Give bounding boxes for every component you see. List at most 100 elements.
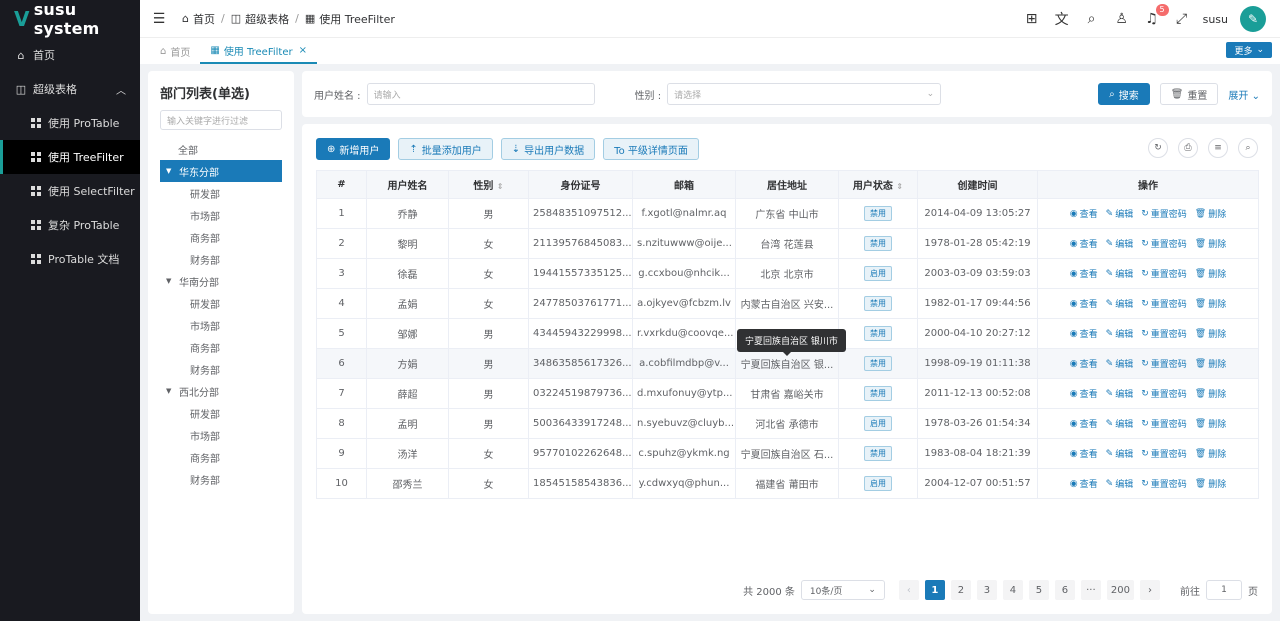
reset-password-button[interactable]: ↻ 重置密码 [1141, 477, 1187, 491]
fullscreen-icon[interactable]: ⤢ [1173, 10, 1191, 28]
sidebar-item-super-table[interactable]: ◫ 超级表格 ︿ [0, 72, 140, 106]
tree-node-child[interactable]: 研发部 [160, 292, 282, 314]
table-row[interactable]: 3 徐磊女 19441557335125... g.ccxbou@nhcik... 北京… [316, 258, 1259, 289]
tree-node-child[interactable]: 商务部 [160, 226, 282, 248]
delete-button[interactable]: 🗑 删除 [1195, 477, 1226, 491]
tree-node-child[interactable]: 市场部 [160, 204, 282, 226]
search-icon[interactable]: ⌕ [1083, 10, 1101, 28]
delete-button[interactable]: 🗑 删除 [1195, 297, 1226, 311]
tree-node-child[interactable]: 财务部 [160, 248, 282, 270]
gender-select[interactable]: 请选择 ⌄ [667, 83, 942, 105]
page-5-button[interactable]: 5 [1028, 580, 1049, 600]
edit-button[interactable]: ✎ 编辑 [1106, 387, 1134, 401]
tree-node-child[interactable]: 市场部 [160, 424, 282, 446]
search-icon[interactable]: ⌕ [1238, 138, 1258, 158]
edit-button[interactable]: ✎ 编辑 [1106, 237, 1134, 251]
page-200-button[interactable]: 200 [1106, 580, 1134, 600]
edit-button[interactable]: ✎ 编辑 [1106, 477, 1134, 491]
reset-password-button[interactable]: ↻ 重置密码 [1141, 237, 1187, 251]
table-row[interactable]: 7 薛超男 03224519879736... d.mxufonuy@ytp... 甘肃… [316, 378, 1259, 409]
tree-node-child[interactable]: 商务部 [160, 336, 282, 358]
sidebar-item-complex-protable[interactable]: 复杂 ProTable [0, 208, 140, 242]
tree-filter-input[interactable]: 输入关键字进行过滤 [160, 110, 282, 130]
avatar[interactable]: ✎ [1240, 6, 1266, 32]
batch-add-button[interactable]: ⇡ 批量添加用户 [398, 138, 493, 160]
tree-node-child[interactable]: 研发部 [160, 182, 282, 204]
reset-password-button[interactable]: ↻ 重置密码 [1141, 327, 1187, 341]
view-button[interactable]: ◉ 查看 [1070, 387, 1098, 401]
sidebar-item-selectfilter[interactable]: 使用 SelectFilter [0, 174, 140, 208]
view-button[interactable]: ◉ 查看 [1070, 267, 1098, 281]
page-size-select[interactable]: 10条/页 ⌄ [800, 580, 885, 600]
table-row[interactable]: 9 汤洋女 95770102262648... c.spuhz@ykmk.ng 宁夏回族… [316, 438, 1259, 469]
reset-password-button[interactable]: ↻ 重置密码 [1141, 357, 1187, 371]
col-header-status[interactable]: 用户状态 ⇕ [838, 170, 918, 199]
tab-treefilter[interactable]: ▦ 使用 TreeFilter × [200, 38, 317, 64]
page-2-button[interactable]: 2 [950, 580, 971, 600]
sidebar-item-protable-docs[interactable]: ProTable 文档 [0, 242, 140, 276]
tree-node-northwest[interactable]: ▼ 西北分部 [160, 380, 282, 402]
search-button[interactable]: ⌕ 搜索 [1098, 83, 1150, 105]
view-button[interactable]: ◉ 查看 [1070, 447, 1098, 461]
table-row[interactable]: 4 孟娟女 24778503761771... a.ojkyev@fcbzm.lv 内蒙… [316, 288, 1259, 319]
delete-button[interactable]: 🗑 删除 [1195, 237, 1226, 251]
more-pages-button[interactable]: ··· [1080, 580, 1101, 600]
prev-page-button[interactable]: ‹ [898, 580, 919, 600]
next-page-button[interactable]: › [1140, 580, 1160, 600]
column-settings-icon[interactable]: ≡ [1208, 138, 1228, 158]
table-row[interactable]: 10 邵秀兰女 18545158543836... y.cdwxyq@phun... 福… [316, 468, 1259, 499]
view-button[interactable]: ◉ 查看 [1070, 417, 1098, 431]
view-button[interactable]: ◉ 查看 [1070, 477, 1098, 491]
layout-icon[interactable]: ⊞ [1023, 10, 1041, 28]
page-3-button[interactable]: 3 [976, 580, 997, 600]
delete-button[interactable]: 🗑 删除 [1195, 387, 1226, 401]
tree-node-child[interactable]: 财务部 [160, 468, 282, 490]
expand-button[interactable]: 展开 ⌄ [1228, 87, 1260, 102]
edit-button[interactable]: ✎ 编辑 [1106, 417, 1134, 431]
close-icon[interactable]: × [299, 45, 307, 56]
sidebar-item-home[interactable]: ⌂ 首页 [0, 38, 140, 72]
reset-button[interactable]: 🗑 重置 [1159, 83, 1219, 105]
tree-node-east[interactable]: ▼ 华东分部 [160, 160, 282, 182]
delete-button[interactable]: 🗑 删除 [1195, 327, 1226, 341]
delete-button[interactable]: 🗑 删除 [1195, 207, 1226, 221]
view-button[interactable]: ◉ 查看 [1070, 357, 1098, 371]
more-button[interactable]: 更多 ⌄ [1226, 42, 1272, 58]
edit-button[interactable]: ✎ 编辑 [1106, 297, 1134, 311]
breadcrumb-item-super-table[interactable]: ◫ 超级表格 [231, 11, 289, 27]
table-row[interactable]: 8 孟明男 50036433917248... n.syebuvz@cluyb... 河… [316, 408, 1259, 439]
edit-button[interactable]: ✎ 编辑 [1106, 447, 1134, 461]
menu-toggle-icon[interactable]: ☰ [150, 10, 168, 28]
delete-button[interactable]: 🗑 删除 [1195, 267, 1226, 281]
jump-input[interactable]: 1 [1206, 580, 1242, 600]
tree-node-all[interactable]: 全部 [160, 138, 282, 160]
view-button[interactable]: ◉ 查看 [1070, 297, 1098, 311]
page-6-button[interactable]: 6 [1054, 580, 1075, 600]
reset-password-button[interactable]: ↻ 重置密码 [1141, 387, 1187, 401]
edit-button[interactable]: ✎ 编辑 [1106, 267, 1134, 281]
print-icon[interactable]: ⎙ [1178, 138, 1198, 158]
reset-password-button[interactable]: ↻ 重置密码 [1141, 447, 1187, 461]
add-user-button[interactable]: ⊕ 新增用户 [316, 138, 391, 160]
delete-button[interactable]: 🗑 删除 [1195, 357, 1226, 371]
delete-button[interactable]: 🗑 删除 [1195, 447, 1226, 461]
page-1-button[interactable]: 1 [924, 580, 945, 600]
view-button[interactable]: ◉ 查看 [1070, 207, 1098, 221]
sidebar-item-protable[interactable]: 使用 ProTable [0, 106, 140, 140]
edit-button[interactable]: ✎ 编辑 [1106, 357, 1134, 371]
breadcrumb-item-home[interactable]: ⌂ 首页 [182, 11, 215, 27]
edit-button[interactable]: ✎ 编辑 [1106, 207, 1134, 221]
username[interactable]: susu [1203, 13, 1228, 26]
tree-node-child[interactable]: 市场部 [160, 314, 282, 336]
tree-node-child[interactable]: 财务部 [160, 358, 282, 380]
app-logo[interactable]: V susu system [0, 0, 140, 38]
table-row[interactable]: 2 黎明女 21139576845083... s.nzituwww@oije... 台… [316, 228, 1259, 259]
theme-shirt-icon[interactable]: ♙ [1113, 10, 1131, 28]
reset-password-button[interactable]: ↻ 重置密码 [1141, 207, 1187, 221]
to-detail-button[interactable]: To 平级详情页面 [603, 138, 699, 160]
bell-icon[interactable]: ♫ 5 [1143, 4, 1169, 28]
col-header-gender[interactable]: 性别 ⇕ [448, 170, 529, 199]
translate-icon[interactable]: 文 [1053, 10, 1071, 28]
tab-home[interactable]: ⌂ 首页 [150, 38, 200, 64]
reset-password-button[interactable]: ↻ 重置密码 [1141, 297, 1187, 311]
